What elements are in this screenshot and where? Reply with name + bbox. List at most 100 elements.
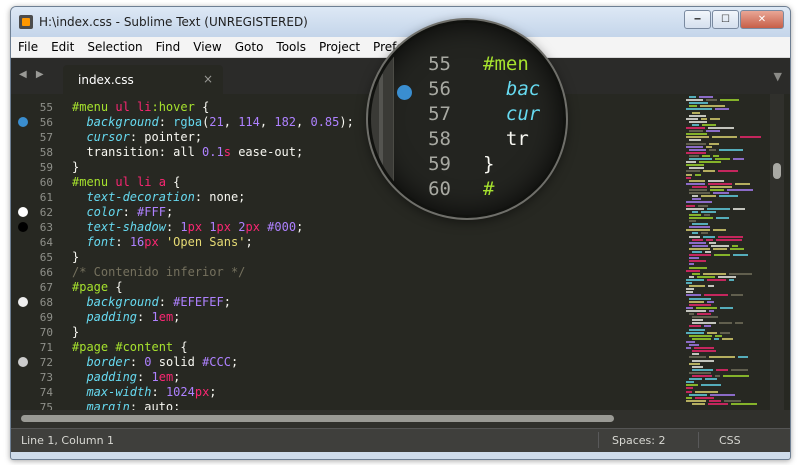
tab-nav-arrows-icon[interactable]: ◀ ▶ bbox=[19, 69, 47, 80]
menu-goto[interactable]: Goto bbox=[228, 37, 270, 57]
horizontal-scrollbar[interactable] bbox=[11, 410, 790, 428]
minimap-mark bbox=[707, 331, 717, 334]
code-line[interactable]: 66 /* Contenido inferior */ bbox=[11, 265, 671, 280]
line-number: 59 bbox=[39, 161, 53, 174]
minimap-mark bbox=[689, 102, 708, 105]
magnified-line-number: 58 bbox=[428, 128, 451, 150]
minimap-mark bbox=[689, 189, 707, 191]
minimap-mark bbox=[709, 241, 716, 244]
minimap-mark bbox=[689, 260, 706, 263]
minimap-mark bbox=[709, 148, 716, 151]
code-line[interactable]: 71 #page #content { bbox=[11, 340, 671, 355]
code-text: transition: all 0.1s ease-out; bbox=[72, 145, 303, 159]
code-token: 'Open Sans' bbox=[165, 235, 246, 249]
code-line[interactable]: 56 background: rgba(21, 114, 182, 0.85); bbox=[11, 115, 671, 130]
maximize-button[interactable]: ☐ bbox=[712, 10, 739, 29]
code-line[interactable]: 72 border: 0 solid #CCC; bbox=[11, 355, 671, 370]
code-text: } bbox=[72, 325, 79, 339]
menu-file[interactable]: File bbox=[11, 37, 44, 57]
code-token: tr bbox=[483, 128, 529, 150]
minimap-mark bbox=[706, 130, 720, 133]
minimap-mark bbox=[689, 216, 713, 219]
minimap-mark bbox=[686, 331, 704, 334]
code-line[interactable]: 75 margin: auto; bbox=[11, 400, 671, 410]
tab-dropdown-icon[interactable]: ▼ bbox=[774, 70, 782, 83]
menu-view[interactable]: View bbox=[186, 37, 227, 57]
menu-edit[interactable]: Edit bbox=[44, 37, 80, 57]
menu-selection[interactable]: Selection bbox=[80, 37, 148, 57]
code-line[interactable]: 61 text-decoration: none; bbox=[11, 190, 671, 205]
minimap-mark bbox=[716, 216, 729, 219]
vertical-scrollbar[interactable] bbox=[770, 94, 784, 410]
minimap-mark bbox=[686, 136, 709, 139]
minimap-mark bbox=[692, 402, 705, 405]
code-token: rgba bbox=[173, 115, 203, 129]
minimap-mark bbox=[686, 306, 693, 309]
code-token: { bbox=[165, 175, 181, 189]
code-line[interactable]: 57 cursor: pointer; bbox=[11, 130, 671, 145]
code-token: : bbox=[137, 370, 152, 384]
minimap-mark bbox=[686, 182, 705, 185]
code-line[interactable]: 70} bbox=[11, 325, 671, 340]
minimize-button[interactable]: 🗕 bbox=[684, 10, 711, 29]
minimap-mark bbox=[686, 387, 693, 390]
menu-tools[interactable]: Tools bbox=[269, 37, 312, 57]
code-text: #page { bbox=[72, 280, 123, 294]
code-token: #EFEFEF bbox=[173, 295, 224, 309]
code-token: #menu bbox=[72, 100, 116, 114]
tab-close-icon[interactable]: × bbox=[203, 72, 213, 86]
syntax-setting[interactable]: CSS bbox=[719, 434, 741, 447]
minimap-mark bbox=[689, 167, 704, 170]
code-token: px bbox=[216, 220, 231, 234]
code-line[interactable]: 63 text-shadow: 1px 1px 2px #000; bbox=[11, 220, 671, 235]
tab-index-css[interactable]: index.css × bbox=[63, 65, 223, 94]
line-number: 67 bbox=[39, 281, 53, 294]
code-token: px bbox=[144, 235, 159, 249]
code-token: 1 bbox=[151, 310, 159, 324]
code-token: margin bbox=[86, 400, 130, 410]
code-line[interactable]: 67 #page { bbox=[11, 280, 671, 295]
code-token: : pointer; bbox=[129, 130, 203, 144]
code-line[interactable]: 58 transition: all 0.1s ease-out; bbox=[11, 145, 671, 160]
line-number: 61 bbox=[39, 191, 53, 204]
code-line[interactable]: 74 max-width: 1024px; bbox=[11, 385, 671, 400]
code-token: s bbox=[223, 145, 231, 159]
minimap-mark bbox=[710, 185, 732, 188]
minimap-mark bbox=[692, 316, 718, 319]
minimap-mark bbox=[715, 158, 730, 160]
code-line[interactable]: 64 font: 16px 'Open Sans'; bbox=[11, 235, 671, 250]
code-line[interactable]: 59} bbox=[11, 160, 671, 175]
code-token: #000 bbox=[267, 220, 297, 234]
menu-project[interactable]: Project bbox=[312, 37, 366, 57]
minimap-mark bbox=[727, 189, 753, 191]
code-token: background bbox=[86, 295, 159, 309]
code-token: px bbox=[194, 385, 210, 399]
minimap-mark bbox=[718, 170, 738, 173]
magnified-line-number: 55 bbox=[428, 53, 451, 75]
minimap-mark bbox=[686, 204, 695, 207]
minimap-mark bbox=[692, 272, 700, 275]
code-token: em bbox=[158, 310, 174, 324]
line-number: 64 bbox=[39, 236, 53, 249]
code-line[interactable]: 55 #menu ul li:hover { bbox=[11, 100, 671, 115]
horizontal-scroll-thumb[interactable] bbox=[21, 415, 614, 422]
code-line[interactable]: 65} bbox=[11, 250, 671, 265]
minimap-mark bbox=[689, 247, 710, 250]
close-button[interactable]: ✕ bbox=[740, 10, 784, 29]
code-line[interactable]: 69 padding: 1em; bbox=[11, 310, 671, 325]
code-line[interactable]: 68 background: #EFEFEF; bbox=[11, 295, 671, 310]
menu-find[interactable]: Find bbox=[149, 37, 187, 57]
code-line[interactable]: 73 padding: 1em; bbox=[11, 370, 671, 385]
minimap-mark bbox=[720, 306, 733, 309]
code-token: #menu bbox=[72, 175, 116, 189]
code-line[interactable]: 62 color: #FFF; bbox=[11, 205, 671, 220]
code-token: ; bbox=[296, 220, 304, 234]
code-line[interactable]: 60 #menu ul li a { bbox=[11, 175, 671, 190]
indentation-setting[interactable]: Spaces: 2 bbox=[612, 434, 665, 447]
vertical-scroll-thumb[interactable] bbox=[773, 163, 781, 179]
minimap[interactable] bbox=[682, 94, 768, 410]
code-token: px bbox=[245, 220, 260, 234]
